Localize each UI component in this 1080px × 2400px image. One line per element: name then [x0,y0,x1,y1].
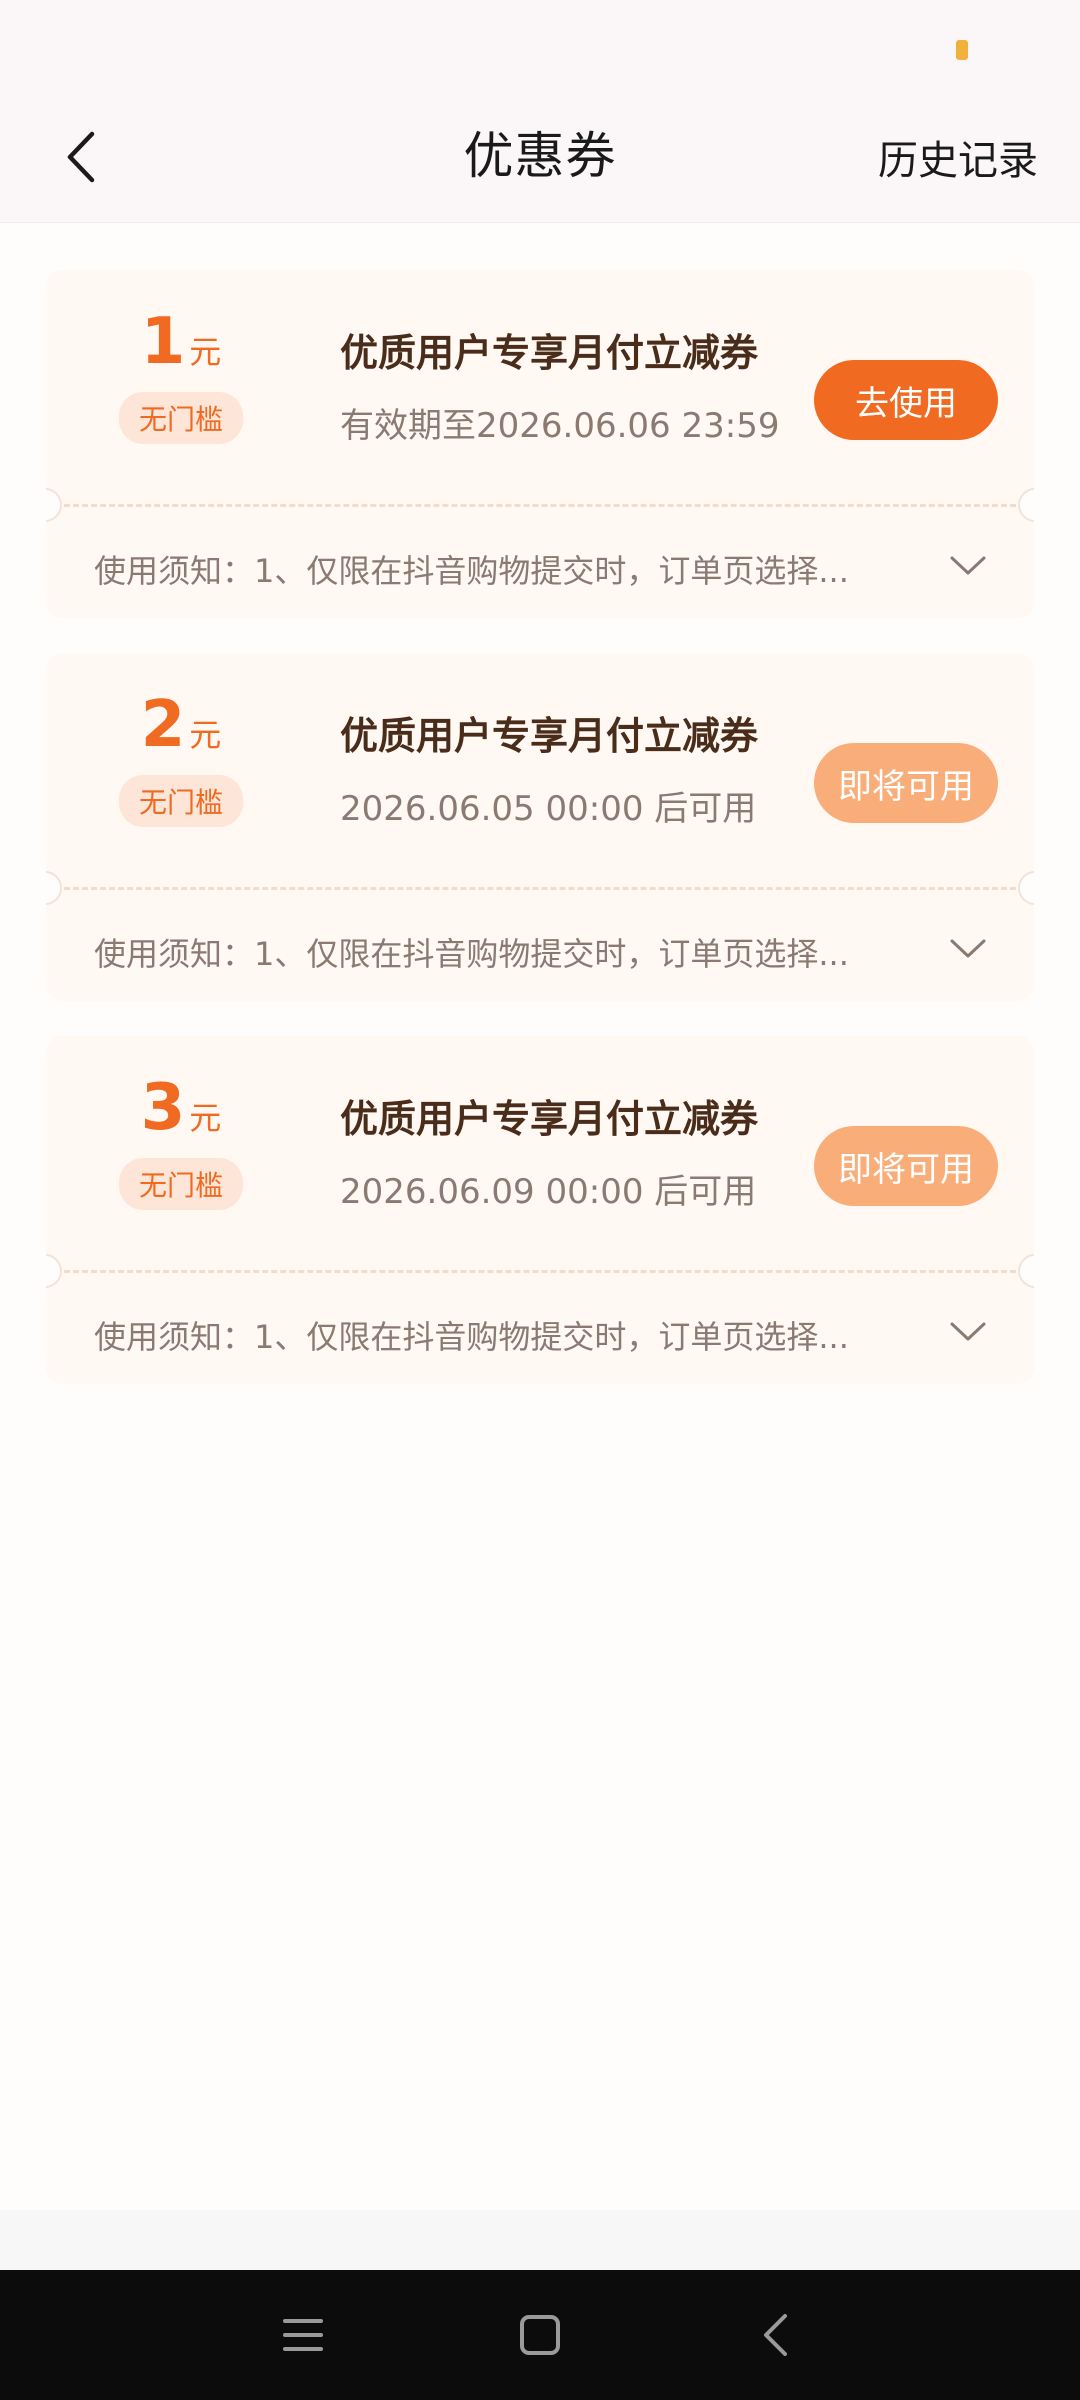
system-navigation-bar [0,2270,1080,2400]
coupon-title: 优质用户专享月付立减券 [340,331,759,375]
coupon-title: 优质用户专享月付立减券 [340,1097,759,1141]
top-bar: 优惠券 历史记录 [0,96,1080,223]
threshold-badge: 无门槛 [118,775,243,827]
bottom-spacer [0,2210,1080,2270]
coupon-validity: 有效期至2026.06.06 23:59 [340,406,780,446]
use-coupon-button[interactable]: 去使用 [814,360,998,440]
back-triangle-icon [764,2314,787,2356]
coupon-amount-unit: 元 [189,716,222,754]
usage-notice: 使用须知：1、仅限在抖音购物提交时，订单页选择... [94,552,849,590]
coupon-amount: 1元 [106,310,256,374]
coupon-amount-value: 1 [140,305,186,379]
dashed-divider [46,1270,1034,1273]
ticket-notch-right [1018,871,1034,905]
coupon-amount-block: 3元 无门槛 [106,1076,256,1210]
nav-back-button[interactable] [740,2300,810,2370]
threshold-badge: 无门槛 [118,1158,243,1210]
ticket-notch-right [1018,488,1034,522]
coupon-amount-value: 3 [140,1071,186,1145]
home-square-icon [520,2315,560,2355]
nav-menu-button[interactable] [268,2300,338,2370]
dashed-divider [46,504,1034,507]
coupon-page: 优惠券 历史记录 1元 无门槛 优质用户专享月付立减券 有效期至2026.06.… [0,0,1080,2400]
usage-notice: 使用须知：1、仅限在抖音购物提交时，订单页选择... [94,935,849,973]
threshold-badge: 无门槛 [118,392,243,444]
status-bar [0,0,1080,96]
coupon-card: 3元 无门槛 优质用户专享月付立减券 2026.06.09 00:00 后可用 … [46,1036,1034,1384]
ticket-notch-left [46,1254,62,1288]
coupon-amount-value: 2 [140,688,186,762]
coupon-title: 优质用户专享月付立减券 [340,714,759,758]
menu-icon [283,2319,323,2351]
expand-notice-button[interactable] [946,931,990,967]
coming-soon-button[interactable]: 即将可用 [814,743,998,823]
nav-home-button[interactable] [505,2300,575,2370]
chevron-down-icon [950,556,986,575]
coupon-amount-block: 2元 无门槛 [106,693,256,827]
coupon-amount-block: 1元 无门槛 [106,310,256,444]
coupon-card: 2元 无门槛 优质用户专享月付立减券 2026.06.05 00:00 后可用 … [46,653,1034,1001]
ticket-notch-right [1018,1254,1034,1288]
expand-notice-button[interactable] [946,548,990,584]
history-button[interactable]: 历史记录 [878,128,1038,186]
chevron-down-icon [950,1322,986,1341]
coupon-amount-unit: 元 [189,1099,222,1137]
coupon-amount-unit: 元 [189,333,222,371]
expand-notice-button[interactable] [946,1314,990,1350]
coupon-list: 1元 无门槛 优质用户专享月付立减券 有效期至2026.06.06 23:59 … [46,270,1034,1419]
ticket-notch-left [46,488,62,522]
coupon-card: 1元 无门槛 优质用户专享月付立减券 有效期至2026.06.06 23:59 … [46,270,1034,618]
status-indicator-icon [956,40,968,60]
dashed-divider [46,887,1034,890]
chevron-down-icon [950,939,986,958]
coming-soon-button[interactable]: 即将可用 [814,1126,998,1206]
coupon-amount: 3元 [106,1076,256,1140]
coupon-validity: 2026.06.09 00:00 后可用 [340,1172,757,1212]
coupon-validity: 2026.06.05 00:00 后可用 [340,789,757,829]
usage-notice: 使用须知：1、仅限在抖音购物提交时，订单页选择... [94,1318,849,1356]
ticket-notch-left [46,871,62,905]
coupon-amount: 2元 [106,693,256,757]
